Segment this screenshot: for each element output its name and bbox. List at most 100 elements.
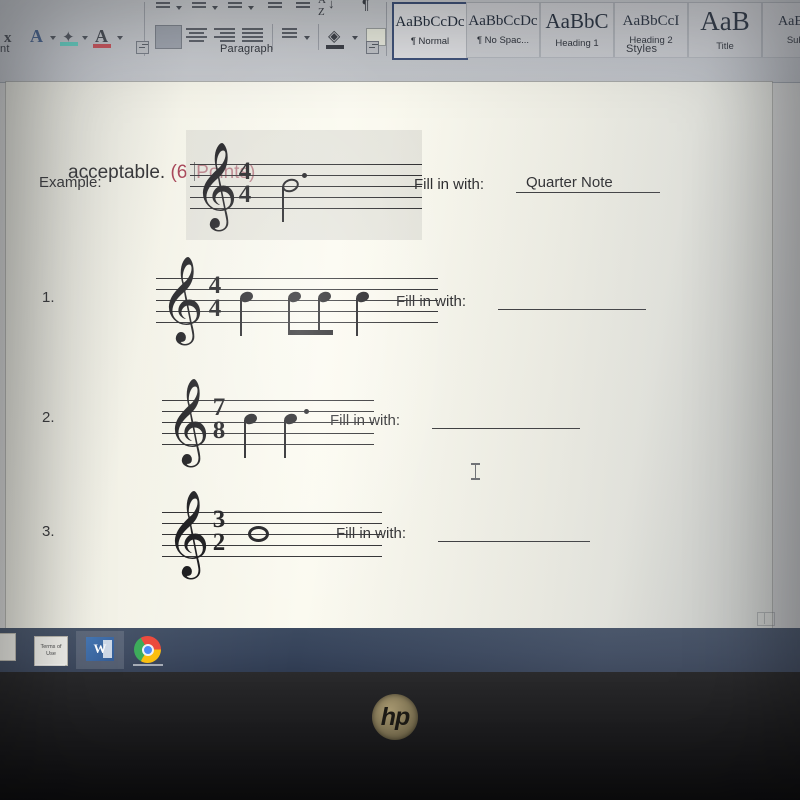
ribbon-controls-row: x A ✦ A ↓ AZ ¶ ◈ Paragraph nt AaBbCcDc ¶… — [0, 0, 800, 60]
font-dialog-launcher[interactable] — [136, 41, 149, 54]
style-preview: AaBbCcI — [622, 13, 680, 29]
q1-stem-2 — [288, 298, 290, 334]
windows-taskbar: Terms of Use W — [0, 628, 800, 672]
style-heading-1[interactable]: AaBbC Heading 1 — [540, 2, 614, 58]
q1-stem-3 — [318, 298, 320, 334]
example-time-signature: 4 4 — [234, 158, 256, 208]
example-label: Example: — [39, 174, 102, 191]
bullets-chevron-down-icon[interactable] — [176, 6, 182, 10]
line-spacing-chevron-down-icon[interactable] — [304, 36, 310, 40]
style-normal[interactable]: AaBbCcDc ¶ Normal — [392, 2, 468, 60]
time-signature-top: 3 — [212, 506, 226, 533]
hp-logo: hp — [372, 694, 418, 740]
screenshot-root: hp x A ✦ A ↓ A Z ¶ ◈ Paragraph nt AaBbCc… — [0, 0, 800, 800]
time-signature-top: 4 — [238, 158, 252, 185]
word-ribbon: x A ✦ A ↓ AZ ¶ ◈ Paragraph nt AaBbCcDc ¶… — [0, 0, 800, 83]
shading-chevron-down-icon[interactable] — [352, 36, 358, 40]
style-preview: AaBbC — [778, 13, 800, 29]
taskbar-running-underline — [35, 664, 65, 666]
justify-icon[interactable] — [242, 28, 263, 44]
font-group-label: nt — [0, 43, 10, 55]
align-right-icon[interactable] — [214, 28, 235, 44]
document-page[interactable]: acceptable. (6 Points) Example: 𝄞 4 4 Fi… — [6, 82, 772, 628]
question-2-fill-label: Fill in with: — [330, 412, 401, 429]
numbering-chevron-down-icon[interactable] — [212, 6, 218, 10]
text-effects-icon[interactable]: A — [30, 26, 43, 47]
treble-clef-icon: 𝄞 — [166, 490, 210, 576]
highlight-color-swatch — [60, 42, 78, 46]
laptop-screen: x A ✦ A ↓ AZ ¶ ◈ Paragraph nt AaBbCcDc ¶… — [0, 0, 800, 672]
question-1-fill-label: Fill in with: — [396, 293, 467, 310]
time-signature-bottom: 4 — [208, 295, 222, 322]
style-no-spacing[interactable]: AaBbCcDc ¶ No Spac... — [466, 2, 540, 58]
style-preview: AaBbCcDc — [468, 13, 538, 29]
document-icon: Terms of Use — [34, 636, 68, 666]
time-signature-bottom: 8 — [212, 417, 226, 444]
bullets-icon[interactable] — [156, 0, 170, 10]
example-answer-text[interactable]: Quarter Note — [516, 174, 660, 193]
decrease-indent-icon[interactable] — [268, 0, 282, 10]
style-title[interactable]: AaB Title — [688, 2, 762, 58]
shading-icon[interactable]: ◈ — [328, 26, 340, 46]
example-fill-label: Fill in with: — [414, 176, 485, 193]
style-preview: AaBbC — [545, 9, 609, 33]
increase-indent-icon[interactable] — [296, 0, 310, 10]
line-spacing-icon[interactable] — [282, 28, 297, 40]
show-formatting-marks-icon[interactable]: ¶ — [362, 0, 370, 12]
taskbar-partial-window-icon[interactable] — [0, 633, 16, 661]
question-3-fill-label: Fill in with: — [336, 525, 407, 542]
time-signature-bottom: 4 — [238, 181, 252, 208]
sort-az-label: AZ — [318, 0, 326, 18]
question-2-number: 2. — [42, 409, 55, 426]
q2-augmentation-dot — [304, 409, 309, 414]
time-signature-bottom: 2 — [212, 529, 226, 556]
treble-clef-icon: 𝄞 — [166, 378, 210, 464]
taskbar-item-terms-of-use[interactable]: Terms of Use — [26, 631, 74, 669]
q1-beam — [288, 330, 333, 335]
treble-clef-icon: 𝄞 — [160, 256, 204, 342]
style-preview: AaB — [700, 6, 750, 36]
style-label: ¶ No Spac... — [476, 35, 530, 46]
treble-clef-icon: 𝄞 — [194, 142, 238, 228]
read-mode-view-icon[interactable] — [757, 612, 775, 626]
question-3-answer-blank[interactable] — [438, 540, 590, 542]
text-effects-chevron-down-icon[interactable] — [50, 36, 56, 40]
font-color-chevron-down-icon[interactable] — [117, 36, 123, 40]
paragraph-dialog-launcher[interactable] — [366, 41, 379, 54]
taskbar-item-microsoft-word[interactable]: W — [76, 631, 124, 669]
mouse-ibeam-cursor — [471, 463, 480, 480]
q2-stem-1 — [244, 420, 246, 458]
style-label: Subtit — [786, 34, 800, 46]
taskbar-running-underline — [133, 664, 163, 666]
example-augmentation-dot — [302, 173, 307, 178]
question-2-time-signature: 7 8 — [208, 394, 230, 444]
sort-icon[interactable]: ↓ — [328, 0, 335, 12]
styles-group-label: Styles — [626, 43, 658, 55]
style-label: Heading 1 — [555, 38, 599, 49]
time-signature-top: 7 — [212, 394, 226, 421]
style-preview: AaBbCcDc — [395, 14, 465, 30]
question-2-answer-blank[interactable] — [432, 427, 580, 429]
multilevel-list-icon[interactable] — [228, 0, 242, 10]
align-center-icon[interactable] — [186, 28, 207, 44]
taskbar-item-google-chrome[interactable] — [124, 631, 172, 669]
question-3-time-signature: 3 2 — [208, 506, 230, 556]
style-label: Title — [716, 41, 734, 52]
style-label: ¶ Normal — [410, 36, 450, 47]
shading-color-swatch — [326, 45, 344, 49]
example-staff: 𝄞 4 4 — [190, 148, 422, 222]
q1-stem-4 — [356, 298, 358, 336]
q1-stem-1 — [240, 298, 242, 336]
numbering-icon[interactable] — [192, 0, 206, 10]
chrome-icon — [134, 636, 161, 663]
q2-stem-2 — [284, 420, 286, 458]
align-left-icon[interactable] — [155, 25, 182, 49]
time-signature-top: 4 — [208, 272, 222, 299]
paragraph-group-label: Paragraph — [220, 43, 274, 55]
highlight-chevron-down-icon[interactable] — [82, 36, 88, 40]
font-color-swatch — [93, 44, 111, 48]
multilevel-chevron-down-icon[interactable] — [248, 6, 254, 10]
style-subtitle[interactable]: AaBbC Subtit — [762, 2, 800, 58]
question-1-answer-blank[interactable] — [498, 308, 646, 310]
question-1-time-signature: 4 4 — [204, 272, 226, 322]
